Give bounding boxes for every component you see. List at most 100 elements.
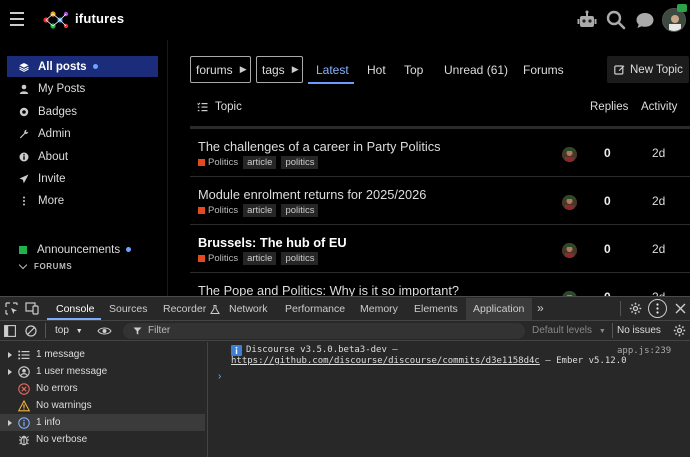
replies-column-header[interactable]: Replies: [590, 101, 628, 113]
devtools-tab-network[interactable]: Network: [229, 303, 268, 315]
paper-plane-icon: [19, 174, 29, 184]
activity-age[interactable]: 2d: [652, 242, 665, 256]
sidebar-item-admin[interactable]: Admin: [7, 123, 158, 144]
activity-age[interactable]: 2d: [652, 194, 665, 208]
sidebar-item-label: More: [38, 194, 65, 207]
console-settings-gear-icon[interactable]: [673, 324, 686, 337]
topic-row[interactable]: The Pope and Politics: Why is it so impo…: [190, 273, 690, 296]
sidebar-item-label: Admin: [38, 127, 71, 140]
tag[interactable]: politics: [281, 156, 319, 169]
device-toolbar-icon[interactable]: [25, 302, 39, 315]
log-levels-select[interactable]: Default levels ▼: [532, 325, 606, 336]
devtools-tab-memory[interactable]: Memory: [360, 303, 398, 315]
tab-latest[interactable]: Latest: [316, 63, 349, 77]
sidebar-section-header[interactable]: FORUMS: [18, 260, 72, 271]
console-toolbar: top ▼ Filter Default levels ▼ No issues: [0, 321, 690, 341]
live-expression-eye-icon[interactable]: [97, 326, 112, 336]
robot-icon[interactable]: [576, 9, 598, 31]
customize-menu-button[interactable]: [648, 299, 667, 318]
tags-dropdown[interactable]: tags ▶: [256, 56, 303, 83]
topic-column-header[interactable]: Topic: [197, 101, 242, 113]
log-source-link[interactable]: app.js:239: [617, 346, 671, 356]
sidebar-item-about[interactable]: About: [7, 146, 158, 167]
settings-gear-icon[interactable]: [629, 302, 642, 315]
filter-input[interactable]: Filter: [123, 323, 525, 339]
category-link[interactable]: Politics: [208, 157, 238, 168]
sidebar-item-announcements[interactable]: Announcements: [7, 239, 158, 260]
poster-avatar[interactable]: [562, 195, 577, 210]
console-log-entry: Discourse v3.5.0.beta3-dev — https://git…: [231, 345, 627, 367]
topic-row[interactable]: Module enrolment returns for 2025/2026 P…: [190, 177, 690, 225]
tag[interactable]: article: [243, 156, 277, 169]
topic-title-link[interactable]: Module enrolment returns for 2025/2026: [198, 187, 426, 202]
filter-placeholder: Filter: [148, 325, 171, 336]
topic-title-link[interactable]: Brussels: The hub of EU: [198, 235, 347, 250]
devtools-tab-performance[interactable]: Performance: [285, 303, 345, 315]
sidebar-errors[interactable]: No errors: [0, 380, 205, 397]
issues-counter[interactable]: No issues: [617, 325, 661, 336]
site-header: ifutures: [0, 0, 690, 40]
devtools-tab-sources[interactable]: Sources: [109, 303, 148, 315]
search-icon[interactable]: [605, 9, 627, 31]
sidebar-item-all-posts[interactable]: All posts: [7, 56, 158, 77]
topic-row[interactable]: The challenges of a career in Party Poli…: [190, 129, 690, 177]
sidebar-toggle-icon[interactable]: [4, 325, 16, 337]
devtools-tab-application[interactable]: Application: [473, 303, 524, 315]
reply-count[interactable]: 0: [604, 242, 611, 256]
commit-link[interactable]: https://github.com/discourse/discourse/c…: [231, 356, 540, 366]
toolbar-divider: [612, 323, 613, 338]
sidebar-item-invite[interactable]: Invite: [7, 168, 158, 189]
expand-triangle-icon[interactable]: [8, 419, 12, 426]
wrench-icon: [19, 129, 29, 139]
sidebar-messages[interactable]: 1 message: [0, 346, 205, 363]
category-link[interactable]: Politics: [208, 253, 238, 264]
ifutures-logo[interactable]: [42, 10, 70, 30]
reply-count[interactable]: 0: [604, 146, 611, 160]
user-circle-icon: [18, 365, 30, 378]
console-prompt[interactable]: ›: [218, 371, 221, 382]
topic-title-link[interactable]: The Pope and Politics: Why is it so impo…: [198, 283, 459, 296]
topic-meta: Politics article politics: [198, 252, 319, 265]
poster-avatar[interactable]: [562, 243, 577, 258]
reply-count[interactable]: 0: [604, 194, 611, 208]
sidebar-item-more[interactable]: More: [7, 190, 158, 211]
more-tabs-icon[interactable]: »: [537, 301, 544, 315]
sidebar-item-my-posts[interactable]: My Posts: [7, 78, 158, 99]
devtools-tab-console[interactable]: Console: [56, 303, 95, 315]
close-icon[interactable]: [675, 303, 686, 314]
tab-hot[interactable]: Hot: [367, 63, 386, 77]
brand-name[interactable]: ifutures: [75, 11, 124, 26]
activity-age[interactable]: 2d: [652, 146, 665, 160]
sidebar-verbose[interactable]: No verbose: [0, 431, 205, 448]
sidebar-info[interactable]: 1 info: [0, 414, 205, 431]
tag[interactable]: article: [243, 252, 277, 265]
devtools-tab-recorder[interactable]: Recorder: [163, 303, 206, 315]
context-select[interactable]: top ▼: [55, 325, 83, 336]
chat-icon[interactable]: [634, 9, 656, 31]
sidebar-item-badges[interactable]: Badges: [7, 101, 158, 122]
tag[interactable]: article: [243, 204, 277, 217]
expand-triangle-icon[interactable]: [8, 351, 12, 358]
tab-top[interactable]: Top: [404, 63, 423, 77]
sidebar-user-messages[interactable]: 1 user message: [0, 363, 205, 380]
tag[interactable]: politics: [281, 252, 319, 265]
tab-unread[interactable]: Unread (61): [444, 63, 508, 77]
topic-row[interactable]: Brussels: The hub of EU Politics article…: [190, 225, 690, 273]
categories-dropdown[interactable]: forums ▶: [190, 56, 251, 83]
info-circle-icon: [18, 416, 30, 429]
category-link[interactable]: Politics: [208, 205, 238, 216]
hamburger-menu-icon[interactable]: [10, 12, 24, 26]
tab-forums[interactable]: Forums: [523, 63, 564, 77]
devtools-tab-elements[interactable]: Elements: [414, 303, 458, 315]
new-topic-button[interactable]: New Topic: [607, 56, 689, 83]
expand-triangle-icon[interactable]: [8, 368, 12, 375]
topic-header-label: Topic: [215, 101, 242, 113]
clear-console-icon[interactable]: [25, 325, 37, 337]
poster-avatar[interactable]: [562, 147, 577, 162]
tag[interactable]: politics: [281, 204, 319, 217]
topic-meta: Politics article politics: [198, 156, 319, 169]
sidebar-warnings[interactable]: No warnings: [0, 397, 205, 414]
inspect-element-icon[interactable]: [5, 302, 18, 315]
activity-column-header[interactable]: Activity: [641, 101, 677, 113]
topic-title-link[interactable]: The challenges of a career in Party Poli…: [198, 139, 441, 154]
